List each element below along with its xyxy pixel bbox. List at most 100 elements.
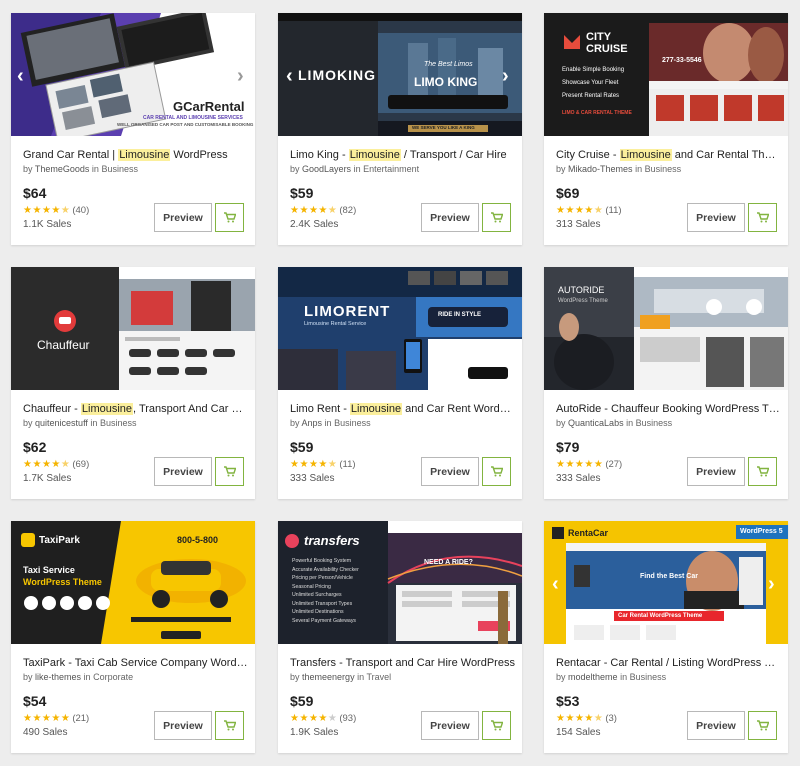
category-link[interactable]: Business: [630, 672, 667, 682]
add-to-cart-button[interactable]: [215, 711, 244, 740]
author-link[interactable]: Mikado-Themes: [568, 164, 633, 174]
prev-arrow-icon[interactable]: ‹: [552, 573, 559, 596]
author-link[interactable]: quitenicestuff: [35, 418, 88, 428]
item-title[interactable]: Chauffeur - Limousine, Transport And Car…: [23, 402, 248, 416]
rating-count: (82): [339, 205, 357, 216]
add-to-cart-button[interactable]: [215, 203, 244, 232]
thumb-logo: Chauffeur: [37, 338, 90, 352]
item-byline: by GoodLayers in Entertainment: [290, 164, 420, 174]
author-link[interactable]: Anps: [302, 418, 323, 428]
thumb-tag: Find the Best Car: [640, 573, 698, 580]
item-byline: by modeltheme in Business: [556, 672, 667, 682]
prev-arrow-icon[interactable]: ‹: [17, 65, 24, 88]
add-to-cart-button[interactable]: [215, 457, 244, 486]
author-link[interactable]: ThemeGoods: [35, 164, 90, 174]
author-link[interactable]: themeenergy: [302, 672, 355, 682]
category-link[interactable]: Business: [334, 418, 371, 428]
preview-button[interactable]: Preview: [421, 711, 479, 740]
item-title[interactable]: TaxiPark - Taxi Cab Service Company Word…: [23, 656, 248, 670]
thumbnail[interactable]: ‹ › GCarRental CAR RENTAL AND LIMOUSINE …: [11, 13, 255, 136]
item-byline: by themeenergy in Travel: [290, 672, 392, 682]
thumbnail[interactable]: Chauffeur: [11, 267, 255, 390]
thumbnail[interactable]: ‹ › RentaCar WordPress 5 Car Rental Word…: [544, 521, 788, 644]
feature-item: Several Payment Gateways: [292, 617, 357, 624]
thumb-line1: Taxi Service: [23, 565, 75, 575]
card-info: City Cruise - Limousine and Car Rental T…: [556, 148, 781, 175]
thumb-ride: NEED A RIDE?: [424, 559, 473, 566]
thumbnail[interactable]: transfers NEED A RIDE? Powerful Booking …: [278, 521, 522, 644]
item-title[interactable]: AutoRide - Chauffeur Booking WordPress T…: [556, 402, 781, 416]
preview-button[interactable]: Preview: [154, 203, 212, 232]
prev-arrow-icon[interactable]: ‹: [286, 65, 293, 88]
preview-button[interactable]: Preview: [687, 457, 745, 486]
item-title[interactable]: Rentacar - Car Rental / Listing WordPres…: [556, 656, 781, 670]
item-price: $62: [23, 439, 47, 455]
item-price: $59: [290, 185, 314, 201]
rating-count: (11): [605, 205, 622, 216]
thumb-sub1: WordPress Theme: [558, 298, 608, 304]
thumbnail[interactable]: LIMORENT Limousine Rental Service RIDE I…: [278, 267, 522, 390]
add-to-cart-button[interactable]: [482, 711, 511, 740]
star-icon: ★★★★★: [23, 713, 71, 724]
product-card: AUTORIDE WordPress Theme AutoRide - Chau…: [544, 267, 788, 499]
item-title[interactable]: City Cruise - Limousine and Car Rental T…: [556, 148, 781, 162]
item-title[interactable]: Grand Car Rental | Limousine WordPress: [23, 148, 248, 162]
preview-button[interactable]: Preview: [687, 711, 745, 740]
thumbnail[interactable]: CITY CRUISE Enable Simple Booking Showca…: [544, 13, 788, 136]
thumb-line3: Present Rental Rates: [562, 93, 620, 99]
thumb-sub1: Limousine Rental Service: [304, 321, 367, 327]
item-price: $69: [556, 185, 580, 201]
thumb-logo: LIMORENT: [304, 303, 391, 320]
preview-button[interactable]: Preview: [421, 457, 479, 486]
category-link[interactable]: Entertainment: [363, 164, 419, 174]
product-card: CITY CRUISE Enable Simple Booking Showca…: [544, 13, 788, 245]
feature-item: Accurate Availability Checker: [292, 566, 359, 573]
thumb-logo: LIMOKING: [298, 67, 376, 83]
next-arrow-icon[interactable]: ›: [502, 65, 509, 88]
preview-button[interactable]: Preview: [687, 203, 745, 232]
item-rating: ★★★★★ (93): [290, 713, 356, 724]
author-link[interactable]: modeltheme: [568, 672, 618, 682]
next-arrow-icon[interactable]: ›: [768, 573, 775, 596]
add-to-cart-button[interactable]: [748, 457, 777, 486]
category-link[interactable]: Business: [101, 164, 138, 174]
next-arrow-icon[interactable]: ›: [237, 65, 244, 88]
item-title[interactable]: Limo King - Limousine / Transport / Car …: [290, 148, 515, 162]
cart-icon: [756, 720, 769, 731]
author-link[interactable]: QuanticaLabs: [568, 418, 624, 428]
thumb-sub1: The Best Limos: [424, 61, 473, 68]
thumbnail[interactable]: AUTORIDE WordPress Theme: [544, 267, 788, 390]
category-link[interactable]: Business: [636, 418, 673, 428]
rating-count: (40): [72, 205, 90, 216]
feature-item: Unlimited Destinations: [292, 609, 344, 615]
add-to-cart-button[interactable]: [482, 457, 511, 486]
author-link[interactable]: like-themes: [35, 672, 81, 682]
thumbnail[interactable]: ‹ › LIMOKING The Best Limos LIMO KING WE…: [278, 13, 522, 136]
add-to-cart-button[interactable]: [748, 203, 777, 232]
thumbnail[interactable]: TaxiPark Taxi Service WordPress Theme 80…: [11, 521, 255, 644]
item-byline: by Anps in Business: [290, 418, 371, 428]
star-icon: ★★★★★: [290, 713, 338, 724]
preview-button[interactable]: Preview: [154, 711, 212, 740]
star-icon: ★★★★★: [556, 205, 604, 216]
preview-button[interactable]: Preview: [154, 457, 212, 486]
author-link[interactable]: GoodLayers: [302, 164, 351, 174]
add-to-cart-button[interactable]: [482, 203, 511, 232]
rating-count: (27): [605, 459, 623, 470]
card-info: AutoRide - Chauffeur Booking WordPress T…: [556, 402, 781, 429]
preview-button[interactable]: Preview: [421, 203, 479, 232]
cart-icon: [223, 720, 236, 731]
item-title[interactable]: Transfers - Transport and Car Hire WordP…: [290, 656, 515, 670]
category-link[interactable]: Travel: [366, 672, 391, 682]
item-title[interactable]: Limo Rent - Limousine and Car Rent WordP…: [290, 402, 515, 416]
category-link[interactable]: Business: [645, 164, 682, 174]
item-byline: by like-themes in Corporate: [23, 672, 134, 682]
thumb-line1: Enable Simple Booking: [562, 67, 625, 73]
category-link[interactable]: Corporate: [93, 672, 133, 682]
product-card: TaxiPark Taxi Service WordPress Theme 80…: [11, 521, 255, 753]
add-to-cart-button[interactable]: [748, 711, 777, 740]
category-link[interactable]: Business: [100, 418, 137, 428]
item-sales: 333 Sales: [556, 473, 601, 484]
star-icon: ★★★★★: [556, 713, 604, 724]
thumbnail-art: [544, 13, 788, 136]
